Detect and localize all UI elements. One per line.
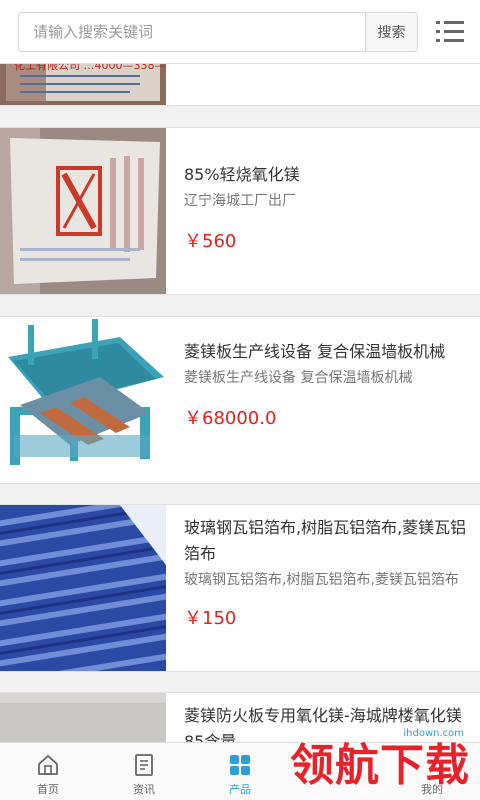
home-icon xyxy=(38,754,58,775)
product-subtitle: 玻璃钢瓦铝箔布,树脂瓦铝箔布,菱镁瓦铝箔布 xyxy=(184,572,459,588)
product-item[interactable]: 菱镁板生产线设备 复合保温墙板机械 菱镁板生产线设备 复合保温墙板机械 ￥680… xyxy=(0,316,480,484)
nav-item-home[interactable]: 首页 xyxy=(0,743,96,800)
menu-icon[interactable] xyxy=(436,19,464,45)
search-box: 搜索 xyxy=(18,12,418,52)
product-info: 菱镁板生产线设备 复合保温墙板机械 菱镁板生产线设备 复合保温墙板机械 ￥680… xyxy=(184,339,468,431)
product-title: 玻璃钢瓦铝箔布,树脂瓦铝箔布,菱镁瓦铝箔布 xyxy=(184,518,467,563)
product-title: 菱镁板生产线设备 复合保温墙板机械 xyxy=(184,342,446,361)
product-price: ￥560 xyxy=(184,231,237,252)
product-subtitle: 辽宁海城工厂出厂 xyxy=(184,193,296,209)
watermark: ihdown.com 领航下载 xyxy=(284,726,474,798)
product-item[interactable]: 玻璃钢瓦铝箔布,树脂瓦铝箔布,菱镁瓦铝箔布 玻璃钢瓦铝箔布,树脂瓦铝箔布,菱镁瓦… xyxy=(0,504,480,672)
header-bar: 搜索 xyxy=(0,0,480,64)
product-info: 玻璃钢瓦铝箔布,树脂瓦铝箔布,菱镁瓦铝箔布 玻璃钢瓦铝箔布,树脂瓦铝箔布,菱镁瓦… xyxy=(184,515,468,631)
app-screen: 搜索 化工有限公司 …4000—338—566 xyxy=(0,0,480,800)
watermark-text: 领航下载 xyxy=(290,740,470,791)
nav-label: 资讯 xyxy=(133,783,155,796)
nav-item-news[interactable]: 资讯 xyxy=(96,743,192,800)
nav-item-products[interactable]: 产品 xyxy=(192,743,288,800)
search-input[interactable] xyxy=(19,13,366,51)
nav-label: 首页 xyxy=(37,783,59,796)
product-title: 85%轻烧氧化镁 xyxy=(184,165,300,184)
news-icon xyxy=(135,754,153,776)
product-price: ￥68000.0 xyxy=(184,408,277,429)
grid-icon xyxy=(230,755,250,775)
nav-label: 产品 xyxy=(229,783,251,796)
search-button[interactable]: 搜索 xyxy=(365,13,417,51)
product-subtitle: 菱镁板生产线设备 复合保温墙板机械 xyxy=(184,370,413,386)
product-price: ￥150 xyxy=(184,608,237,629)
product-image xyxy=(0,505,166,671)
product-item[interactable]: 85%轻烧氧化镁 辽宁海城工厂出厂 ￥560 xyxy=(0,127,480,295)
product-image xyxy=(0,128,166,294)
product-image xyxy=(0,317,166,483)
product-info: 85%轻烧氧化镁 辽宁海城工厂出厂 ￥560 xyxy=(184,162,468,254)
